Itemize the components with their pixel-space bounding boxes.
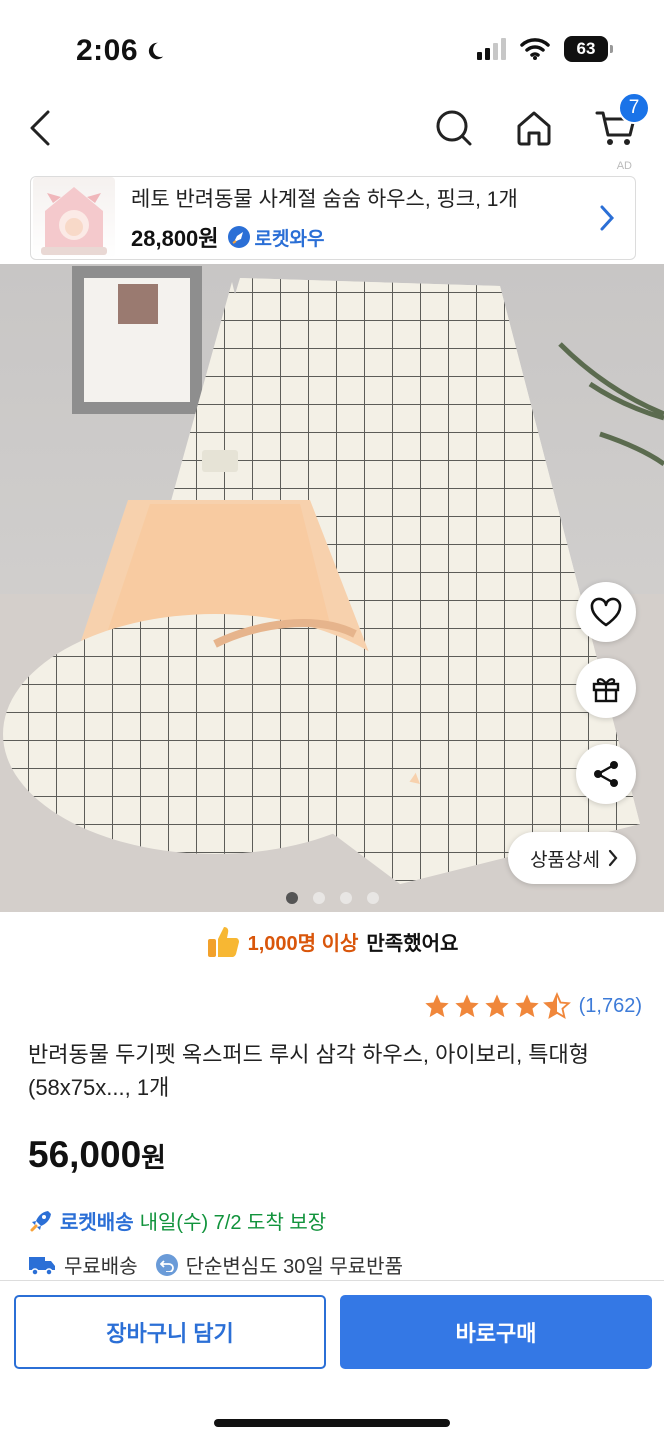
star-rating [423,992,571,1020]
ad-price: 28,800원 [131,226,219,251]
home-icon [517,111,551,146]
battery-level: 63 [576,39,596,58]
rocket-delivery-label: 로켓배송 [60,1212,134,1234]
shipping-return-row: 무료배송 단순변심도 30일 무료반품 [28,1250,403,1279]
ad-mark: AD [616,160,632,172]
battery-icon: 63 [564,36,613,62]
status-icons: 63 [477,36,613,62]
carousel-dot[interactable] [313,892,325,904]
status-time: 2:06 [76,34,166,68]
ad-banner[interactable]: 레토 반려동물 사계절 숨숨 하우스, 핑크, 1개 28,800원 로켓와우 [30,176,636,260]
free-shipping-label: 무료배송 [64,1256,138,1278]
clock: 2:06 [76,34,139,67]
share-button[interactable] [576,744,636,804]
ad-chevron [587,204,627,232]
rocket-icon [227,226,250,248]
bottom-action-bar: 장바구니 담기 바로구매 [0,1280,664,1440]
price-amount: 56,000 [28,1134,142,1175]
rating-row[interactable]: (1,762) [423,992,642,1020]
back-button[interactable] [16,102,64,154]
delivery-row: 로켓배송 내일(수) 7/2 도착 보장 [28,1206,326,1235]
gift-button[interactable] [576,658,636,718]
star-icon [454,994,479,1018]
ad-price-row: 28,800원 로켓와우 [131,221,587,253]
carousel-dot[interactable] [286,892,298,904]
carousel-dot[interactable] [340,892,352,904]
top-nav: 7 [0,92,664,160]
review-count[interactable]: (1,762) [579,995,642,1018]
ad-thumbnail [33,177,115,259]
product-price: 56,000원 [28,1134,166,1176]
star-icon [484,994,509,1018]
ad-title: 레토 반려동물 사계절 숨숨 하우스, 핑크, 1개 [131,188,518,211]
product-image [0,264,664,912]
heart-icon [590,597,622,627]
carousel-dots [286,892,379,904]
moon-icon [148,42,164,60]
cellular-signal-icon [477,38,506,60]
add-to-cart-button[interactable]: 장바구니 담기 [14,1295,326,1369]
wifi-icon [520,38,550,60]
rocket-wow-badge: 로켓와우 [227,224,325,251]
star-icon [424,994,449,1018]
search-icon [436,110,472,146]
product-title: 반려동물 두기펫 옥스퍼드 루시 삼각 하우스, 아이보리, 특대형(58x75… [28,1042,590,1100]
wishlist-button[interactable] [576,582,636,642]
satisfaction-text: 만족했어요 [366,932,459,955]
delivery-eta: 내일(수) 7/2 도착 보장 [139,1212,327,1234]
free-return-label: 단순변심도 30일 무료반품 [185,1256,403,1278]
chevron-right-icon [600,205,615,231]
thumbs-up-icon [207,927,239,957]
chevron-left-icon [30,110,50,146]
chevron-right-icon [608,849,618,867]
truck-icon [29,1256,55,1276]
satisfaction-count: 1,000명 이상 [247,932,359,955]
rocket-icon [30,1210,51,1231]
return-icon [155,1253,178,1276]
product-detail-label: 상품상세 [530,849,600,871]
ad-text: 레토 반려동물 사계절 숨숨 하우스, 핑크, 1개 28,800원 로켓와우 [131,183,587,253]
cart-button[interactable]: 7 [592,92,650,154]
share-icon [594,761,618,787]
gift-icon [592,678,620,703]
home-indicator[interactable] [214,1419,450,1427]
product-detail-button[interactable]: 상품상세 [508,832,636,884]
star-icon [514,994,539,1018]
cart-count-badge: 7 [618,92,650,124]
product-image-carousel[interactable]: 상품상세 [0,264,664,912]
price-unit: 원 [141,1143,167,1173]
home-button[interactable] [510,102,558,154]
search-button[interactable] [430,102,478,154]
rocket-wow-label: 로켓와우 [254,228,325,250]
half-star-icon [542,992,571,1019]
buy-now-button[interactable]: 바로구매 [340,1295,652,1369]
carousel-dot[interactable] [367,892,379,904]
pet-house-thumbnail-image [41,187,107,255]
status-bar: 2:06 63 [0,0,664,96]
satisfaction-banner: 1,000명 이상 만족했어요 [0,916,664,966]
